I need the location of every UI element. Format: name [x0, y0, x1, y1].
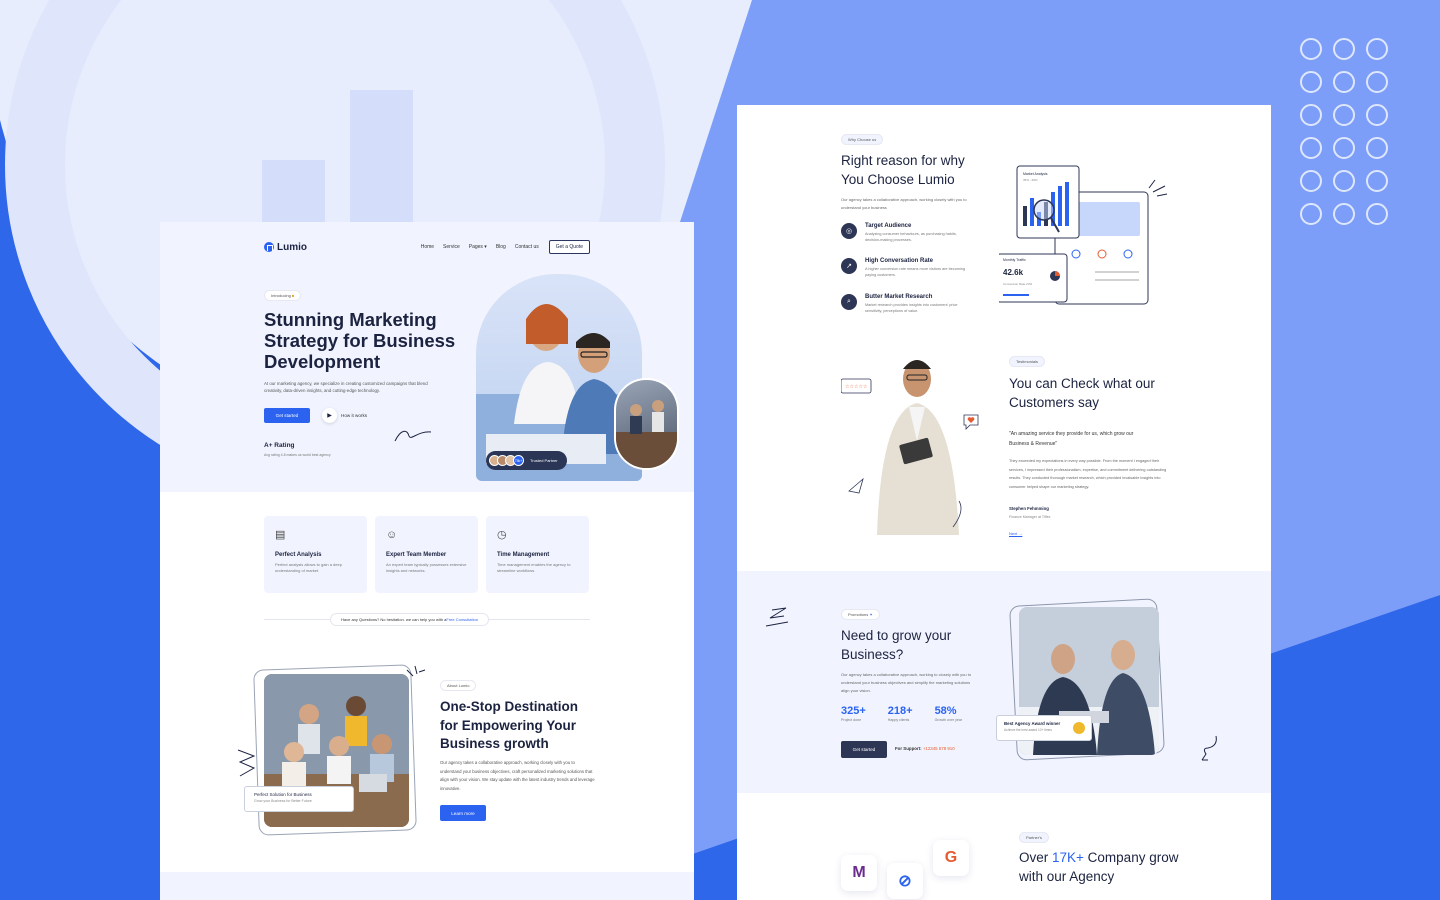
- rating-title: A+ Rating: [264, 442, 295, 449]
- hero-badge: Introducing ■: [264, 290, 302, 301]
- team-icon: ☺: [386, 529, 398, 541]
- award-card: Best Agency Award winner Achieve the bes…: [996, 715, 1092, 741]
- promotion-description: Our agency takes a collaborative approac…: [841, 672, 972, 693]
- nav-blog[interactable]: Blog: [496, 244, 506, 250]
- promotion-badge: Promotions ✦: [841, 609, 880, 620]
- learn-more-button[interactable]: Learn more: [440, 805, 486, 821]
- nav-pages[interactable]: Pages ▾: [469, 244, 487, 250]
- next-section-strip: [160, 872, 694, 900]
- testimonials-title: You can Check what our Customers say: [1009, 376, 1155, 410]
- feature-cards: ▤ Perfect Analysis Perfect analysis allo…: [264, 516, 589, 593]
- medal-icon: [1073, 722, 1085, 734]
- why-badge: Why Choose us: [841, 134, 884, 145]
- feature-title: Time Management: [497, 552, 550, 558]
- rating-description: Avg rating 4.8 makes us world best agenc…: [264, 453, 331, 457]
- next-testimonial-link[interactable]: Next →: [1009, 531, 1022, 536]
- partner-logo-satellite-icon: ⊘: [887, 863, 923, 899]
- about-description: Our agency takes a collaborative approac…: [440, 760, 595, 791]
- why-feature: ↗ High Conversation Rate A higher conver…: [841, 258, 969, 278]
- about-badge: About Lumio: [440, 680, 477, 691]
- target-icon: ◎: [841, 223, 857, 239]
- chart-up-icon: ↗: [841, 258, 857, 274]
- sparkle-icon: ✦: [869, 612, 873, 617]
- partner-logo-m-icon: M: [841, 855, 877, 891]
- promotion-title: Need to grow your Business?: [841, 628, 952, 662]
- hero-description: At our marketing agency, we specialize i…: [264, 381, 428, 393]
- promo-get-started-button[interactable]: Get started: [841, 741, 887, 758]
- feature-title: Perfect Analysis: [275, 552, 322, 558]
- nav-home[interactable]: Home: [421, 244, 434, 250]
- about-title: One-Stop Destination for Empowering Your…: [440, 699, 578, 751]
- consultation-banner: Have any Questions? No hesitation. we ca…: [330, 613, 489, 626]
- nav-service[interactable]: Service: [443, 244, 460, 250]
- heart-chat-icon: [963, 414, 979, 430]
- sparkle-decoration-icon: [406, 665, 426, 677]
- why-title: Right reason for why You Choose Lumio: [841, 153, 965, 187]
- why-description: Our agency takes a collaborative approac…: [841, 197, 967, 210]
- avatar-group: 75k+: [489, 455, 524, 466]
- nav-contact[interactable]: Contact us: [515, 244, 539, 250]
- squiggle-decoration-icon: [765, 607, 789, 627]
- partners-badge: Partner's: [1019, 832, 1049, 843]
- emoji-icon: ■: [291, 293, 295, 298]
- feature-card[interactable]: ◷ Time Management Time management enable…: [486, 516, 589, 593]
- partners-title: Over 17K+ Company grow with our Agency: [1019, 850, 1179, 884]
- squiggle-decoration-icon: [237, 749, 256, 777]
- how-it-works-button[interactable]: ▶ How it works: [322, 408, 367, 423]
- meeting-photo: [614, 378, 679, 470]
- trusted-partner-badge: 75k+ Trusted Partner: [486, 451, 567, 470]
- stat-item: 218+ Happy clients: [887, 705, 913, 722]
- partner-logo-g-icon: G: [933, 840, 969, 876]
- home-page-preview: Lumio Home Service Pages ▾ Blog Contact …: [160, 222, 694, 900]
- hero-title: Stunning Marketing Strategy for Business…: [264, 309, 456, 372]
- sparkle-decoration-icon: [1148, 179, 1168, 197]
- customer-photo: ☆☆☆☆☆: [840, 351, 967, 535]
- solution-card: Perfect Solution for Business Grow your …: [244, 786, 354, 812]
- play-icon: ▶: [322, 408, 337, 423]
- testimonials-badge: Testimonials: [1009, 356, 1046, 367]
- testimonial-body: They exceeded my expectations in every w…: [1009, 459, 1167, 489]
- logo-mark-icon: [264, 242, 274, 252]
- support-phone: For Support: +12345 678 910: [895, 746, 955, 751]
- get-quote-button[interactable]: Get a Quote: [548, 240, 590, 254]
- feature-card[interactable]: ☺ Expert Team Member An expert team typi…: [375, 516, 478, 593]
- testimonial-author: Stephen Fehmming: [1009, 506, 1049, 511]
- stat-item: 58% Growth over year: [934, 705, 963, 722]
- feature-description: An expert team typically possesses exten…: [386, 562, 467, 573]
- logo[interactable]: Lumio: [264, 242, 307, 253]
- clock-icon: ◷: [497, 529, 507, 541]
- free-consultation-link[interactable]: Free Consultation: [446, 617, 478, 622]
- why-feature: ⌕ Butter Market Research Market research…: [841, 294, 969, 314]
- logo-text: Lumio: [277, 241, 307, 253]
- feature-title: Expert Team Member: [386, 552, 447, 558]
- testimonial-role: Finance Manager at Tiffex: [1009, 515, 1051, 519]
- testimonial-quote: "An amazing service they provide for us,…: [1009, 431, 1134, 447]
- feature-description: Perfect analysis allows to gain a deep u…: [275, 562, 342, 573]
- research-icon: ⌕: [841, 294, 857, 310]
- analysis-icon: ▤: [275, 529, 286, 541]
- why-feature: ◎ Target Audience Analyzing consumer beh…: [841, 223, 969, 243]
- squiggle-decoration-icon: [1201, 735, 1217, 761]
- feature-card[interactable]: ▤ Perfect Analysis Perfect analysis allo…: [264, 516, 367, 593]
- stat-item: 325+ Project done: [841, 705, 866, 722]
- avatar-count: 75k+: [513, 455, 524, 466]
- navbar: Lumio Home Service Pages ▾ Blog Contact …: [264, 240, 590, 254]
- feature-description: Time management enables the agency to st…: [497, 562, 571, 573]
- nav-menu: Home Service Pages ▾ Blog Contact us: [421, 244, 539, 250]
- get-started-button[interactable]: Get started: [264, 408, 310, 423]
- svg-text:☆☆☆☆☆: ☆☆☆☆☆: [845, 384, 868, 390]
- about-page-preview: Why Choose us Right reason for why You C…: [737, 105, 1271, 900]
- analytics-illustration: Market Analysis 35% - 60% Monthly Traffi…: [999, 162, 1169, 312]
- phone-link[interactable]: +12345 678 910: [923, 746, 955, 751]
- promotion-section: [737, 571, 1271, 793]
- dot-grid: [1300, 38, 1388, 225]
- squiggle-decoration-icon: [394, 430, 432, 442]
- stats-row: 325+ Project done 218+ Happy clients 58% Gr…: [841, 705, 962, 722]
